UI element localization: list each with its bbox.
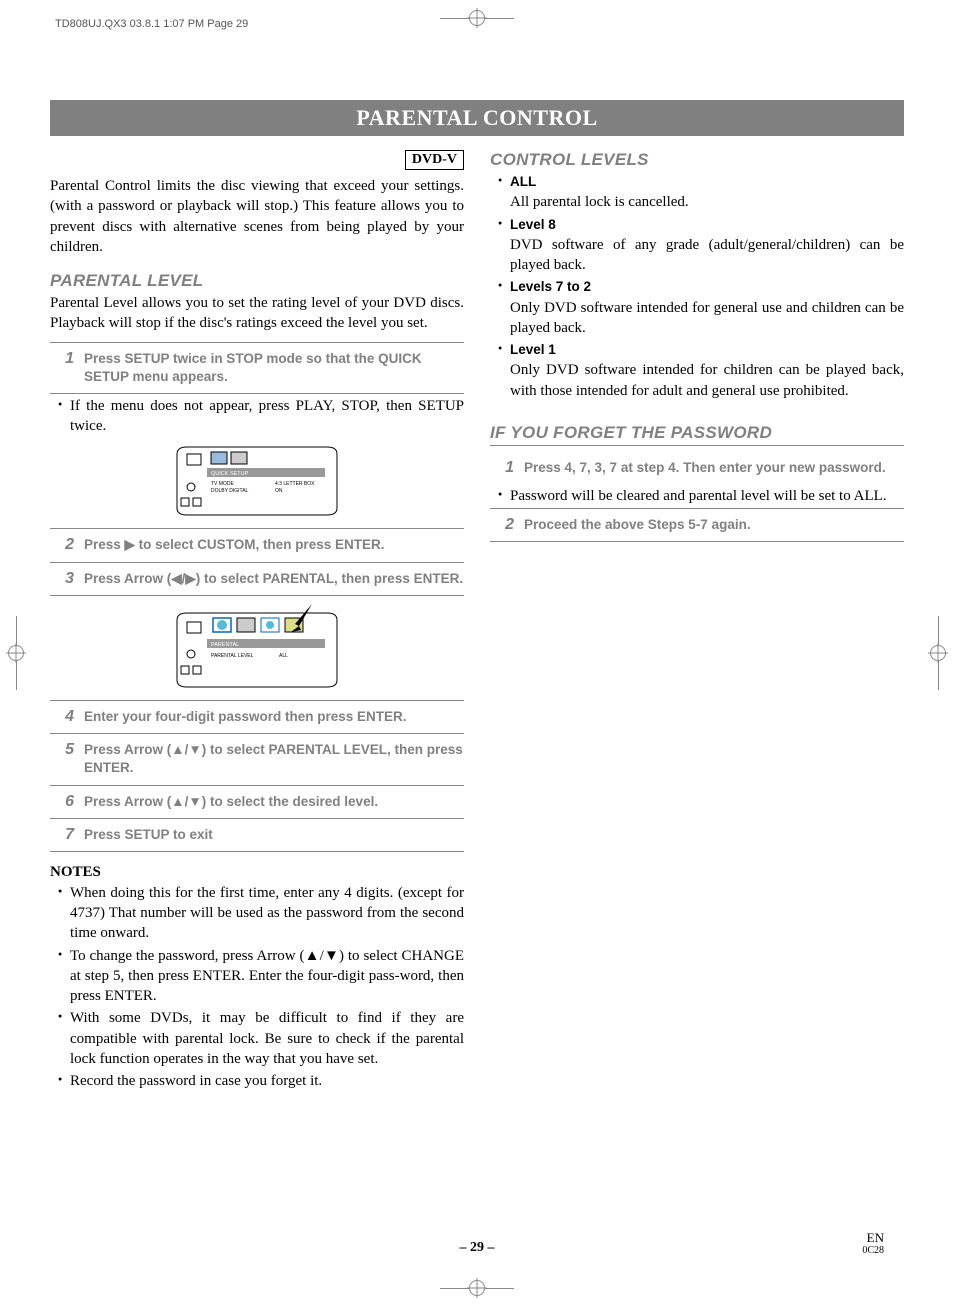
bullet-icon xyxy=(498,340,510,401)
forgot-step-1: 1 Press 4, 7, 3, 7 at step 4. Then enter… xyxy=(490,452,904,484)
svg-text:ALL: ALL xyxy=(279,653,288,659)
bullet-icon xyxy=(58,1071,70,1091)
crop-mark-right xyxy=(930,616,946,690)
crop-mark-left xyxy=(8,616,24,690)
step-text: Press ▶ to select CUSTOM, then press ENT… xyxy=(84,536,464,554)
svg-text:PARENTAL LEVEL: PARENTAL LEVEL xyxy=(211,653,254,659)
crop-mark-bottom xyxy=(440,1280,514,1296)
bullet-icon xyxy=(58,883,70,944)
step-text: Enter your four-digit password then pres… xyxy=(84,708,464,726)
step-1: 1 Press SETUP twice in STOP mode so that… xyxy=(50,342,464,394)
svg-text:ON: ON xyxy=(275,488,283,494)
step-4: 4 Enter your four-digit password then pr… xyxy=(50,700,464,733)
dvd-v-badge: DVD-V xyxy=(405,150,464,170)
parental-level-body: Parental Level allows you to set the rat… xyxy=(50,293,464,334)
step-text: Press Arrow (▲/▼) to select the desired … xyxy=(84,793,464,811)
bullet-icon xyxy=(58,1008,70,1069)
bullet-icon xyxy=(498,486,510,506)
page-number: – 29 – xyxy=(0,1240,954,1256)
step-number: 6 xyxy=(50,793,84,811)
level-item-7to2: Levels 7 to 2 Only DVD software intended… xyxy=(498,277,904,338)
note-item: When doing this for the first time, ente… xyxy=(58,883,464,944)
step-5: 5 Press Arrow (▲/▼) to select PARENTAL L… xyxy=(50,733,464,784)
step-text: Press SETUP to exit xyxy=(84,826,464,844)
forgot-step-2: 2 Proceed the above Steps 5-7 again. xyxy=(490,508,904,542)
parental-menu-diagram: PARENTAL PARENTAL LEVEL ALL xyxy=(167,602,347,692)
step-number: 3 xyxy=(50,570,84,588)
forgot-password-heading: IF YOU FORGET THE PASSWORD xyxy=(490,423,904,443)
step-number: 7 xyxy=(50,826,84,844)
step1-note: If the menu does not appear, press PLAY,… xyxy=(58,396,464,437)
bullet-icon xyxy=(498,277,510,338)
bullet-icon xyxy=(58,946,70,1007)
step-number: 5 xyxy=(50,741,84,777)
print-header: TD808UJ.QX3 03.8.1 1:07 PM Page 29 xyxy=(55,18,248,30)
svg-text:QUICK SETUP: QUICK SETUP xyxy=(211,471,249,477)
quick-setup-diagram: QUICK SETUP TV MODE 4:3 LETTER BOX DOLBY… xyxy=(167,442,347,520)
note-item: With some DVDs, it may be difficult to f… xyxy=(58,1008,464,1069)
step-text: Press Arrow (◀/▶) to select PARENTAL, th… xyxy=(84,570,464,588)
intro-paragraph: Parental Control limits the disc viewing… xyxy=(50,176,464,257)
page-title: PARENTAL CONTROL xyxy=(50,100,904,136)
step-text: Press SETUP twice in STOP mode so that t… xyxy=(84,350,464,386)
svg-text:4:3 LETTER BOX: 4:3 LETTER BOX xyxy=(275,481,315,487)
step-6: 6 Press Arrow (▲/▼) to select the desire… xyxy=(50,785,464,818)
step-number: 1 xyxy=(50,350,84,386)
step-number: 1 xyxy=(490,459,524,477)
svg-text:DOLBY DIGITAL: DOLBY DIGITAL xyxy=(211,488,249,494)
step-2: 2 Press ▶ to select CUSTOM, then press E… xyxy=(50,528,464,561)
bullet-icon xyxy=(498,215,510,276)
bullet-icon xyxy=(58,396,70,437)
forgot-note: Password will be cleared and parental le… xyxy=(498,486,904,506)
step-number: 2 xyxy=(490,516,524,534)
level-item-8: Level 8 DVD software of any grade (adult… xyxy=(498,215,904,276)
svg-text:TV MODE: TV MODE xyxy=(211,481,234,487)
step-7: 7 Press SETUP to exit xyxy=(50,818,464,852)
step-number: 4 xyxy=(50,708,84,726)
doc-code: EN 0C28 xyxy=(862,1231,884,1256)
step-text: Press 4, 7, 3, 7 at step 4. Then enter y… xyxy=(524,459,904,477)
level-item-1: Level 1 Only DVD software intended for c… xyxy=(498,340,904,401)
bullet-icon xyxy=(498,172,510,213)
note-item: To change the password, press Arrow (▲/▼… xyxy=(58,946,464,1007)
control-levels-heading: CONTROL LEVELS xyxy=(490,150,904,170)
svg-text:PARENTAL: PARENTAL xyxy=(211,642,239,648)
step-number: 2 xyxy=(50,536,84,554)
parental-level-heading: PARENTAL LEVEL xyxy=(50,271,464,291)
level-item-all: ALL All parental lock is cancelled. xyxy=(498,172,904,213)
crop-mark-top xyxy=(440,10,514,26)
notes-heading: NOTES xyxy=(50,864,464,881)
step-text: Press Arrow (▲/▼) to select PARENTAL LEV… xyxy=(84,741,464,777)
step-text: Proceed the above Steps 5-7 again. xyxy=(524,516,904,534)
note-item: Record the password in case you forget i… xyxy=(58,1071,464,1091)
step-3: 3 Press Arrow (◀/▶) to select PARENTAL, … xyxy=(50,562,464,596)
